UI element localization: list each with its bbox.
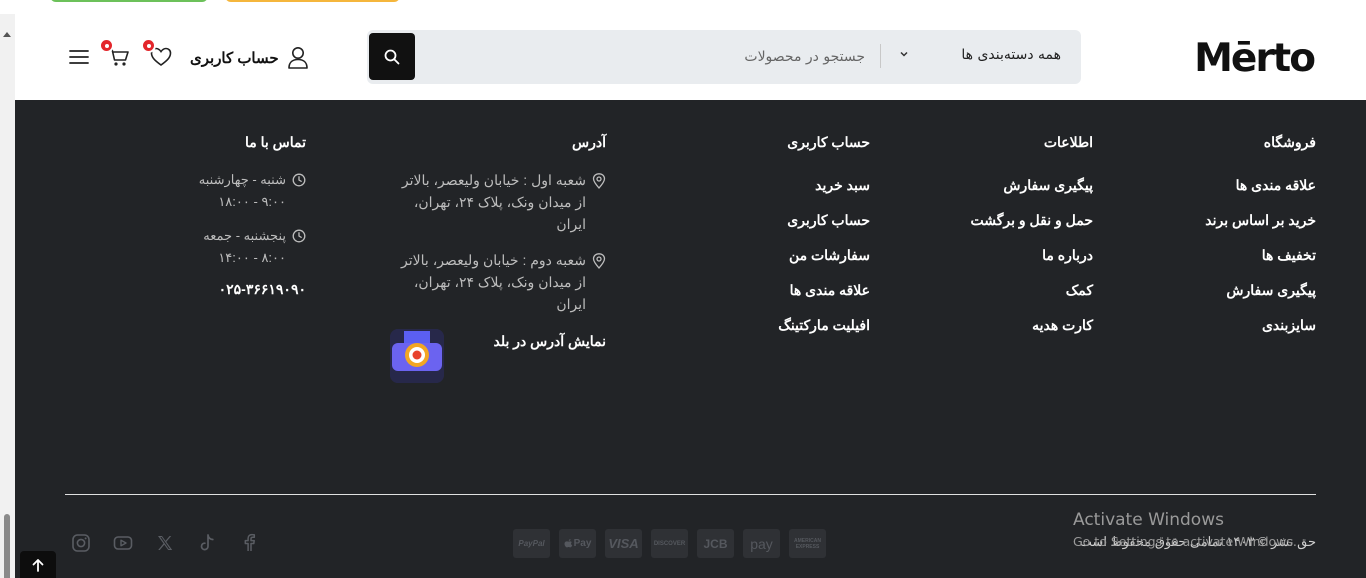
footer-column-account: حساب کاربری سبد خرید حساب کاربری سفارشات…: [778, 134, 870, 352]
youtube-icon[interactable]: [113, 533, 133, 553]
chevron-down-icon[interactable]: [899, 48, 909, 63]
address-text-branch-1: شعبه اول : خیابان ولیعصر، بالاتر از میدا…: [401, 172, 586, 232]
cart-button[interactable]: [99, 38, 133, 70]
location-pin-icon: [592, 253, 606, 269]
footer-divider: [65, 494, 1316, 495]
amazon-pay-icon: pay: [743, 529, 780, 558]
footer-column-shop: فروشگاه علاقه مندی ها خرید بر اساس برند …: [1205, 134, 1316, 352]
account-link-orders[interactable]: سفارشات من: [778, 247, 870, 264]
address-text-branch-2: شعبه دوم : خیابان ولیعصر، بالاتر از میدا…: [401, 252, 586, 312]
x-icon[interactable]: [155, 533, 175, 553]
account-link-cart[interactable]: سبد خرید: [778, 177, 870, 194]
column-title-account: حساب کاربری: [787, 134, 870, 150]
payment-methods: PayPal Pay VISA DISCOVER JCB pay AMERICA…: [513, 529, 826, 558]
column-title-info: اطلاعات: [1043, 134, 1093, 150]
balad-map-label: نمایش آدرس در بلد: [493, 333, 606, 349]
shop-link-wishlist[interactable]: علاقه مندی ها: [1205, 177, 1316, 194]
wishlist-badge: [141, 38, 156, 53]
site-logo[interactable]: Mērto: [1194, 36, 1316, 81]
address-branch-2: شعبه دوم : خیابان ولیعصر، بالاتر از میدا…: [390, 249, 606, 315]
shop-link-discounts[interactable]: تخفیف ها: [1205, 247, 1316, 264]
amex-icon: AMERICAN EXPRESS: [789, 529, 826, 558]
facebook-icon[interactable]: [239, 533, 259, 553]
discover-icon: DISCOVER: [651, 529, 688, 558]
scroll-up-arrow-icon[interactable]: [3, 32, 11, 37]
account-link-wishlist[interactable]: علاقه مندی ها: [778, 282, 870, 299]
info-link-order-tracking[interactable]: پیگیری سفارش: [970, 177, 1093, 194]
apple-pay-icon: Pay: [559, 529, 596, 558]
top-strip: [0, 0, 1366, 14]
search-button[interactable]: [369, 33, 415, 80]
search-input[interactable]: [445, 43, 865, 71]
account-label: حساب کاربری: [190, 50, 279, 67]
paypal-icon: PayPal: [513, 529, 550, 558]
top-green-button[interactable]: [50, 0, 208, 2]
tiktok-icon[interactable]: [197, 533, 217, 553]
hours-text-weekdays: شنبه - چهارشنبه ۹:۰۰ - ۱۸:۰۰: [199, 169, 286, 213]
column-title-shop: فروشگاه: [1263, 134, 1316, 150]
page-scrollbar[interactable]: [0, 14, 15, 578]
phone-number[interactable]: ۰۲۵-۳۶۶۱۹۰۹۰: [199, 281, 306, 298]
column-title-address: آدرس: [572, 134, 606, 150]
user-icon: [287, 47, 308, 69]
back-to-top-button[interactable]: [20, 551, 56, 578]
account-link[interactable]: حساب کاربری: [190, 44, 309, 72]
hamburger-menu-icon: [69, 50, 89, 64]
hours-days-weekdays: شنبه - چهارشنبه: [198, 172, 286, 187]
info-link-gift-card[interactable]: کارت هدیه: [970, 317, 1093, 334]
menu-button[interactable]: [65, 44, 93, 70]
info-link-about[interactable]: درباره ما: [970, 247, 1093, 264]
address-branch-1: شعبه اول : خیابان ولیعصر، بالاتر از میدا…: [390, 169, 606, 235]
activate-windows-subtitle: Go to Settings to activate Windows.: [1073, 534, 1297, 549]
activate-windows-watermark: Activate Windows Go to Settings to activ…: [1073, 510, 1297, 549]
shop-link-order-tracking[interactable]: پیگیری سفارش: [1205, 282, 1316, 299]
hours-days-weekend: پنجشنبه - جمعه: [203, 228, 286, 243]
search-divider: [880, 44, 881, 68]
apple-icon: [564, 538, 572, 547]
hours-time-weekdays: ۹:۰۰ - ۱۸:۰۰: [218, 194, 286, 209]
hours-weekdays: شنبه - چهارشنبه ۹:۰۰ - ۱۸:۰۰: [199, 169, 306, 213]
clock-icon: [292, 229, 306, 243]
footer-column-contact: تماس با ما شنبه - چهارشنبه ۹:۰۰ - ۱۸:۰۰ …: [199, 134, 306, 298]
instagram-icon[interactable]: [71, 533, 91, 553]
apple-pay-label: Pay: [573, 538, 592, 549]
category-select[interactable]: همه دسته‌بندی ها: [961, 47, 1061, 63]
top-orange-button[interactable]: [225, 0, 400, 2]
shop-link-brands[interactable]: خرید بر اساس برند: [1205, 212, 1316, 229]
footer-column-info: اطلاعات پیگیری سفارش حمل و نقل و برگشت د…: [970, 134, 1093, 352]
cart-badge: [99, 38, 114, 53]
location-pin-icon: [592, 173, 606, 189]
hours-weekend: پنجشنبه - جمعه ۸:۰۰ - ۱۴:۰۰: [199, 225, 306, 269]
hours-time-weekend: ۸:۰۰ - ۱۴:۰۰: [218, 250, 286, 265]
clock-icon: [292, 173, 306, 187]
footer-column-address: آدرس شعبه اول : خیابان ولیعصر، بالاتر از…: [390, 134, 606, 383]
visa-icon: VISA: [605, 529, 642, 558]
site-footer: فروشگاه علاقه مندی ها خرید بر اساس برند …: [15, 100, 1366, 578]
search-icon: [384, 49, 400, 64]
info-link-help[interactable]: کمک: [970, 282, 1093, 299]
jcb-icon: JCB: [697, 529, 734, 558]
account-link-profile[interactable]: حساب کاربری: [778, 212, 870, 229]
shop-link-sizing[interactable]: سایزبندی: [1205, 317, 1316, 334]
wishlist-button[interactable]: [141, 38, 175, 70]
account-link-affiliate[interactable]: افیلیت مارکتینگ: [778, 317, 870, 334]
column-title-contact: تماس با ما: [244, 134, 306, 150]
site-header: Mērto همه دسته‌بندی ها حساب کاربری: [15, 14, 1366, 100]
arrow-up-icon: [32, 558, 44, 572]
balad-map-link[interactable]: نمایش آدرس در بلد: [390, 329, 606, 383]
hours-text-weekend: پنجشنبه - جمعه ۸:۰۰ - ۱۴:۰۰: [203, 225, 286, 269]
scroll-thumb[interactable]: [4, 514, 10, 578]
balad-logo-icon: [390, 329, 444, 383]
social-links: [71, 533, 259, 553]
info-link-shipping-returns[interactable]: حمل و نقل و برگشت: [970, 212, 1093, 229]
search-box: همه دسته‌بندی ها: [367, 30, 1081, 84]
activate-windows-title: Activate Windows: [1073, 510, 1224, 530]
